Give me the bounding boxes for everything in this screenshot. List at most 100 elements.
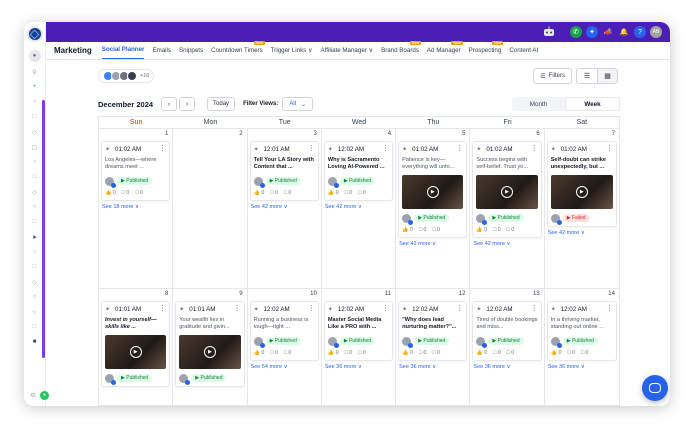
day-cell[interactable]: 3 ✦ 12:01 AM ⋮ Tell Your LA Story with C… <box>248 129 322 288</box>
post-card[interactable]: ✦ 01:02 AM ⋮ Success begins with self-be… <box>472 141 542 238</box>
send-icon[interactable]: ➤ <box>30 232 40 242</box>
see-more-link[interactable]: See 54 more ∨ <box>250 364 319 370</box>
nav-icon-12[interactable]: ◇ <box>30 277 40 287</box>
see-more-link[interactable]: See 42 more ∨ <box>398 241 467 247</box>
nav-icon-5[interactable]: ○ <box>30 157 40 167</box>
day-cell[interactable]: 5 ✦ 01:02 AM ⋮ Patience is key— everythi… <box>396 129 471 288</box>
tab-emails[interactable]: Emails <box>152 47 171 59</box>
see-more-link[interactable]: See 36 more ∨ <box>472 364 541 370</box>
tab-brand-boards[interactable]: Brand Boards New <box>381 41 421 59</box>
day-cell[interactable]: 1 ✦ 01:02 AM ⋮ Los Angeles—where dreams … <box>99 129 174 288</box>
nav-icon-14[interactable]: ☆ <box>30 307 40 317</box>
more-options-icon[interactable]: ⋮ <box>382 144 389 152</box>
nav-icon-4[interactable]: ▢ <box>30 142 40 152</box>
more-options-icon[interactable]: ⋮ <box>308 144 315 152</box>
post-card[interactable]: ✦ 12:02 AM ⋮ Running a business is tough… <box>249 301 319 361</box>
nav-icon-2[interactable]: □ <box>30 112 40 122</box>
more-options-icon[interactable]: ⋮ <box>606 304 613 312</box>
more-options-icon[interactable]: ⋮ <box>159 304 166 312</box>
nav-icon-10[interactable]: ○ <box>30 247 40 257</box>
post-card[interactable]: ✦ 01:02 AM ⋮ Patience is key— everything… <box>398 141 468 238</box>
nav-icon-9[interactable]: □ <box>30 217 40 227</box>
day-cell[interactable]: 14 ✦ 12:02 AM ⋮ In a thriving market, st… <box>545 289 619 406</box>
notification-badge[interactable]: ● <box>40 390 49 400</box>
week-view-button[interactable]: Week <box>565 97 620 111</box>
sidebar-scrollbar[interactable] <box>42 100 45 358</box>
post-card[interactable]: ✦ 12:02 AM ⋮ Master Social Media Like a … <box>323 301 394 361</box>
nav-icon-7[interactable]: ◇ <box>30 187 40 197</box>
tab-countdown-timers[interactable]: Countdown Timers New <box>211 41 265 59</box>
today-button[interactable]: Today <box>207 97 236 111</box>
nav-icon-1[interactable]: ○ <box>30 97 40 107</box>
see-more-link[interactable]: See 42 more ∨ <box>547 230 617 236</box>
phone-icon[interactable]: ✆ <box>570 26 582 38</box>
tab-social-planner[interactable]: Social Planner <box>101 46 145 59</box>
filters-button[interactable]: ☰ Filters <box>533 68 572 84</box>
see-more-link[interactable]: See 36 more ∨ <box>324 364 393 370</box>
more-options-icon[interactable]: ⋮ <box>456 304 463 312</box>
tab-trigger-links[interactable]: Trigger Links ∨ <box>271 47 313 59</box>
nav-icon-8[interactable]: ○ <box>30 202 40 212</box>
see-more-link[interactable]: See 18 more ∨ <box>101 204 170 210</box>
more-options-icon[interactable]: ⋮ <box>531 304 538 312</box>
more-options-icon[interactable]: ⋮ <box>159 144 166 152</box>
see-more-link[interactable]: See 42 more ∨ <box>472 241 541 247</box>
day-cell[interactable]: 7 ✦ 01:02 AM ⋮ Self-doubt can strike une… <box>545 129 619 288</box>
settings-icon[interactable]: ⚙ <box>28 390 38 400</box>
bell-icon[interactable]: 🔔 <box>618 26 630 38</box>
help-icon[interactable]: ? <box>634 26 646 38</box>
search-icon[interactable]: ⚲ <box>30 67 40 77</box>
avatar[interactable]: AB <box>650 26 662 38</box>
nav-icon-6[interactable]: □ <box>30 172 40 182</box>
see-more-link[interactable]: See 42 more ∨ <box>324 204 393 210</box>
post-card[interactable]: ✦ 12:02 AM ⋮ "Why does lead nurturing ma… <box>398 301 468 361</box>
more-options-icon[interactable]: ⋮ <box>308 304 315 312</box>
more-options-icon[interactable]: ⋮ <box>531 144 538 152</box>
more-options-icon[interactable]: ⋮ <box>456 144 463 152</box>
filter-views-select[interactable]: All ⌄ <box>282 97 314 111</box>
post-card[interactable]: ✦ 12:02 AM ⋮ Tired of double bookings an… <box>472 301 542 361</box>
see-more-link[interactable]: See 36 more ∨ <box>398 364 467 370</box>
tab-content-ai[interactable]: Content AI <box>509 47 538 59</box>
day-cell[interactable]: 12 ✦ 12:02 AM ⋮ "Why does lead nurturing… <box>396 289 471 406</box>
plus-icon[interactable]: + <box>30 82 40 92</box>
post-card[interactable]: ✦ 12:01 AM ⋮ Tell Your LA Story with Con… <box>249 141 319 201</box>
day-cell[interactable]: 8 ✦ 01:01 AM ⋮ Invest in yourself— skill… <box>99 289 174 406</box>
post-card[interactable]: ✦ 01:02 AM ⋮ Los Angeles—where dreams me… <box>101 141 171 201</box>
month-view-button[interactable]: Month <box>512 97 565 111</box>
nav-icon-11[interactable]: □ <box>30 262 40 272</box>
day-cell[interactable]: 10 ✦ 12:02 AM ⋮ Running a business is to… <box>248 289 322 406</box>
day-cell[interactable]: 9 ✦ 01:01 AM ⋮ Your wealth lies in grati… <box>173 289 248 406</box>
more-options-icon[interactable]: ⋮ <box>234 304 241 312</box>
robot-icon[interactable] <box>542 26 556 38</box>
day-cell[interactable]: 13 ✦ 12:02 AM ⋮ Tired of double bookings… <box>470 289 545 406</box>
calendar-view-icon[interactable]: ▦ <box>597 69 617 83</box>
megaphone-icon[interactable]: 📣 <box>602 26 614 38</box>
nav-icon-15[interactable]: □ <box>30 322 40 332</box>
post-card[interactable]: ✦ 01:01 AM ⋮ Your wealth lies in gratitu… <box>175 301 245 387</box>
post-card[interactable]: ✦ 12:02 AM ⋮ Why is Sacramento Loving AI… <box>323 141 394 201</box>
see-more-link[interactable]: See 36 more ∨ <box>547 364 617 370</box>
day-cell[interactable]: 11 ✦ 12:02 AM ⋮ Master Social Media Like… <box>322 289 397 406</box>
post-media-thumbnail[interactable]: ▶ <box>105 335 167 369</box>
account-selector[interactable]: +16 <box>98 69 155 83</box>
video-icon[interactable]: ■ <box>30 337 40 347</box>
more-options-icon[interactable]: ⋮ <box>382 304 389 312</box>
tab-affiliate-manager[interactable]: Affiliate Manager ∨ <box>321 47 374 59</box>
tab-prospecting[interactable]: Prospecting New <box>469 41 504 59</box>
post-media-thumbnail[interactable]: ▶ <box>179 335 241 369</box>
prev-week-button[interactable]: ‹ <box>161 97 178 111</box>
tab-ad-manager[interactable]: Ad Manager New <box>427 41 463 59</box>
post-card[interactable]: ✦ 12:02 AM ⋮ In a thriving market, stand… <box>546 301 617 361</box>
post-media-thumbnail[interactable]: ▶ <box>476 175 538 209</box>
automation-icon[interactable]: ✦ <box>586 26 598 38</box>
nav-icon-13[interactable]: ○ <box>30 292 40 302</box>
user-icon[interactable]: ● <box>28 50 41 62</box>
day-cell[interactable]: 6 ✦ 01:02 AM ⋮ Success begins with self-… <box>470 129 545 288</box>
nav-icon-3[interactable]: ◇ <box>30 127 40 137</box>
day-cell[interactable]: 2 <box>173 129 248 288</box>
tab-snippets[interactable]: Snippets <box>179 47 203 59</box>
day-cell[interactable]: 4 ✦ 12:02 AM ⋮ Why is Sacramento Loving … <box>322 129 397 288</box>
list-view-icon[interactable]: ☰ <box>577 69 597 83</box>
app-logo[interactable] <box>26 26 43 42</box>
